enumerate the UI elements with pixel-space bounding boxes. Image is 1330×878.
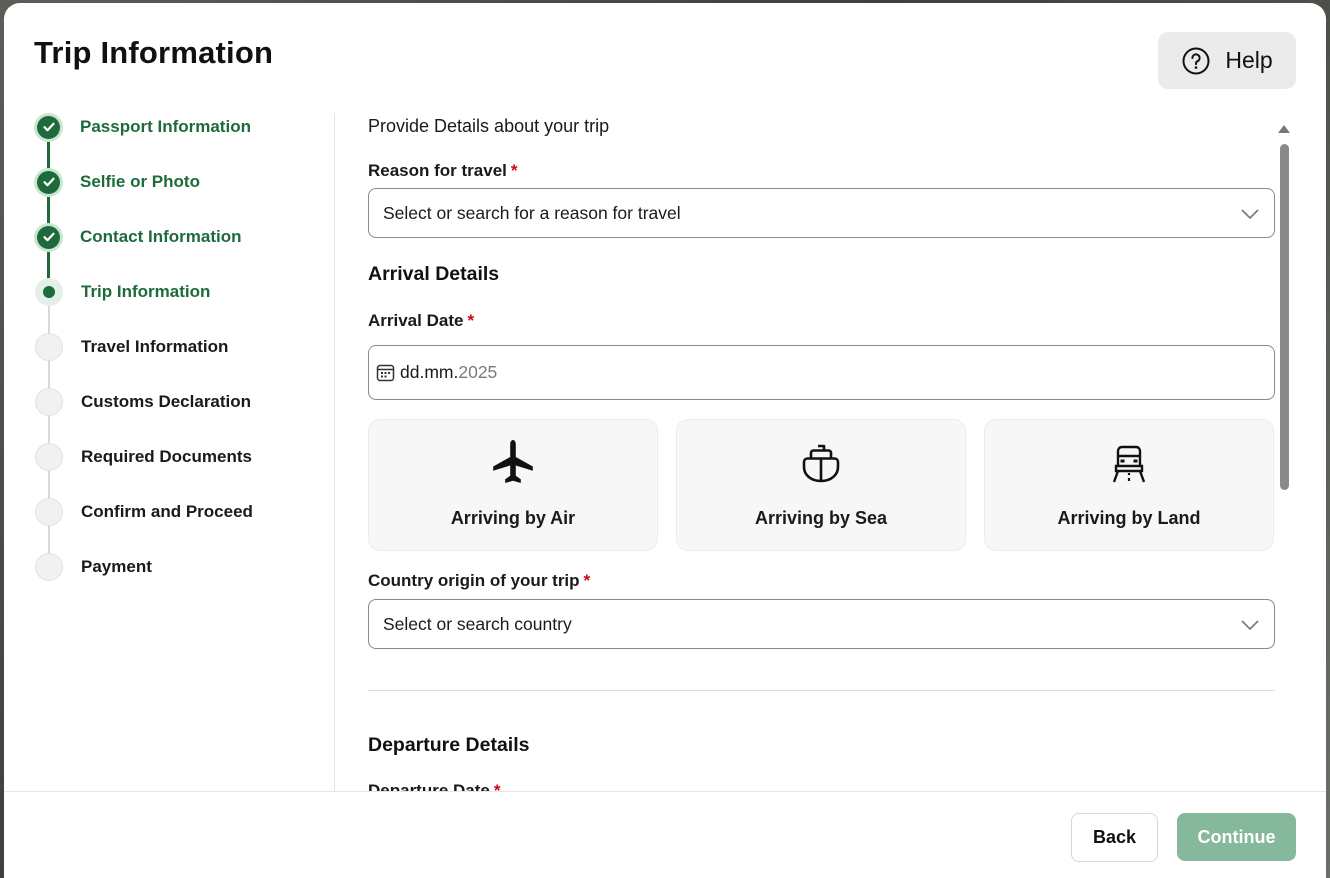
arriving-by-land-option[interactable]: Arriving by Land [984,419,1274,551]
back-button[interactable]: Back [1071,813,1158,862]
check-icon [42,122,55,132]
step-label: Confirm and Proceed [81,502,253,521]
reason-for-travel-label: Reason for travel * [368,161,518,181]
step-done-marker [37,225,60,249]
step-label: Payment [81,557,152,576]
step-pending-marker [35,388,63,416]
country-origin-select[interactable]: Select or search country [368,599,1275,649]
step-travel-information: Travel Information [35,333,228,361]
step-done-marker [37,115,60,139]
reason-label-text: Reason for travel [368,161,507,180]
step-pending-marker [35,333,63,361]
step-pending-marker [35,443,63,471]
step-label: Trip Information [81,282,211,301]
car-icon [1112,445,1146,483]
step-label: Customs Declaration [81,392,252,411]
check-icon [42,232,55,242]
step-contact-information[interactable]: Contact Information [35,223,242,251]
question-circle-icon [1182,47,1210,74]
step-pending-marker [35,498,63,526]
step-label: Contact Information [80,227,242,246]
step-done-marker [37,170,60,194]
arrival-date-label: Arrival Date * [368,311,474,331]
reason-placeholder: Select or search for a reason for travel [383,202,681,223]
scroll-up-arrow[interactable] [1278,125,1290,133]
airplane-icon [493,440,533,483]
modal-footer: Back Continue [4,791,1326,878]
date-day-month: dd.mm. [400,362,459,382]
country-origin-label: Country origin of your trip * [368,571,590,591]
ship-icon [802,444,840,483]
progress-stepper: Passport Information Selfie or Photo Con… [4,3,334,793]
chevron-down-icon [1241,620,1259,631]
scrollbar-thumb[interactable] [1280,144,1289,490]
arrival-date-input[interactable]: dd.mm. 2025 [368,345,1275,400]
country-placeholder: Select or search country [383,613,572,634]
step-label: Passport Information [80,117,251,136]
arriving-by-air-option[interactable]: Arriving by Air [368,419,658,551]
required-asterisk: * [583,571,591,590]
step-payment: Payment [35,553,152,581]
step-required-documents: Required Documents [35,443,252,471]
mode-label: Arriving by Sea [754,508,888,528]
form-intro: Provide Details about your trip [368,116,610,136]
step-label: Required Documents [81,447,252,466]
check-icon [42,177,55,187]
chevron-down-icon [1241,209,1259,220]
help-label: Help [1225,47,1273,73]
trip-information-modal: Trip Information Help Passport Informati… [4,3,1326,878]
date-year: 2025 [458,362,498,382]
mode-label: Arriving by Air [450,508,576,528]
step-trip-information[interactable]: Trip Information [35,278,210,306]
step-customs-declaration: Customs Declaration [35,388,251,416]
help-button[interactable]: Help [1158,32,1296,89]
step-pending-marker [35,553,63,581]
arrival-date-label-text: Arrival Date [368,311,464,330]
stepper-line-completed [47,141,50,297]
trip-form: Provide Details about your trip Reason f… [368,113,1276,793]
step-selfie-or-photo[interactable]: Selfie or Photo [35,168,200,196]
calendar-icon [376,364,395,382]
required-asterisk: * [510,161,518,180]
step-passport-information[interactable]: Passport Information [35,113,251,141]
stepper-divider [334,113,335,793]
step-label: Travel Information [81,337,229,356]
continue-button[interactable]: Continue [1177,813,1296,861]
step-confirm-and-proceed: Confirm and Proceed [35,498,253,526]
arrival-details-heading: Arrival Details [368,263,500,285]
departure-details-heading: Departure Details [368,734,530,756]
section-divider [368,690,1275,691]
reason-for-travel-select[interactable]: Select or search for a reason for travel [368,188,1275,238]
required-asterisk: * [467,311,475,330]
country-label-text: Country origin of your trip [368,571,580,590]
mode-label: Arriving by Land [1057,508,1201,528]
step-label: Selfie or Photo [80,172,200,191]
arriving-by-sea-option[interactable]: Arriving by Sea [676,419,966,551]
step-current-marker [35,278,63,306]
